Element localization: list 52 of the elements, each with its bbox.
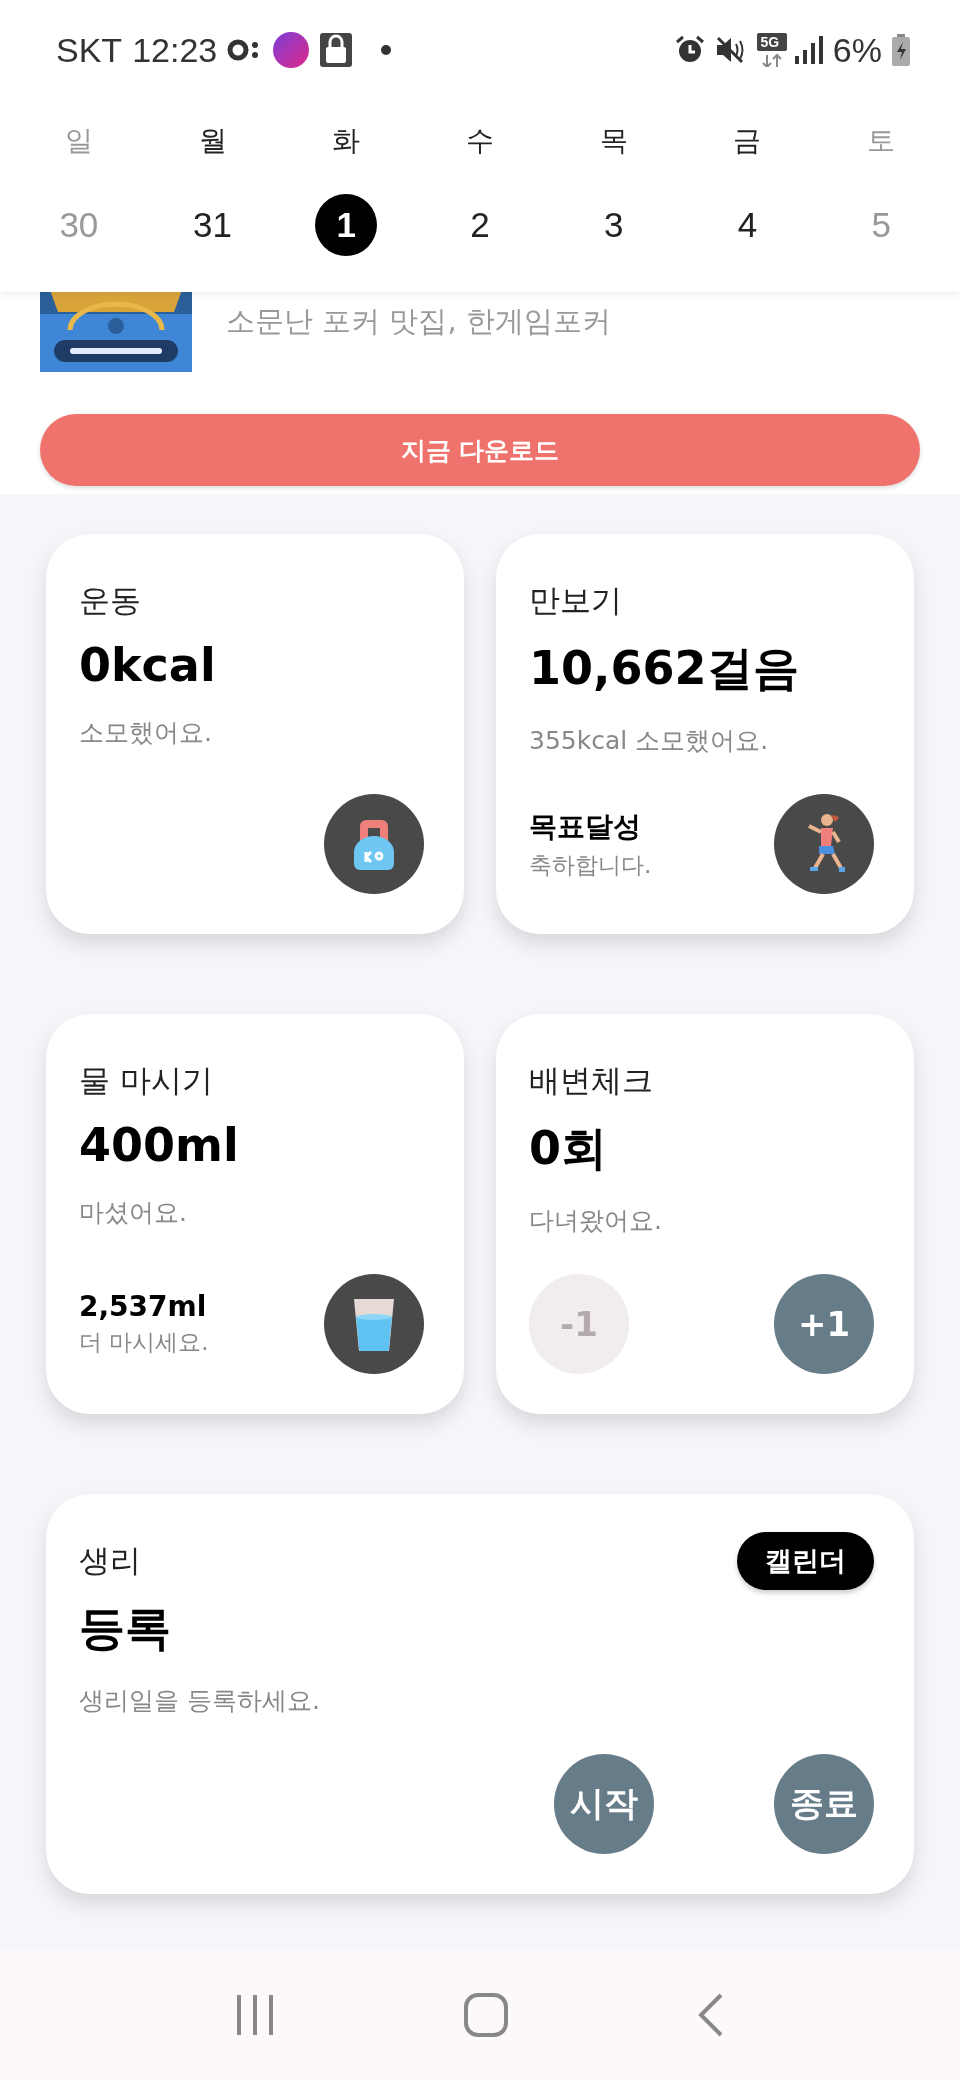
clock-time: 12:23 <box>132 30 218 70</box>
card-note: 355kcal 소모했어요. <box>529 725 769 757</box>
round-button[interactable]: 시작 <box>554 1754 654 1854</box>
date-cell[interactable]: 1 <box>315 194 378 256</box>
card-title: 물 마시기 <box>79 1061 213 1100</box>
date-cell[interactable]: 3 <box>582 194 645 256</box>
weekday-label: 금 <box>732 123 763 159</box>
date-cell[interactable]: 4 <box>716 194 779 256</box>
network-type: 5G <box>759 34 781 50</box>
card-title: 운동 <box>79 581 141 620</box>
card-title: 만보기 <box>529 581 622 620</box>
round-button[interactable]: 종료 <box>774 1754 874 1854</box>
signal-icon <box>794 36 823 64</box>
card-value: 등록 <box>79 1600 171 1657</box>
alarm-icon <box>674 35 705 65</box>
card-note: 생리일을 등록하세요. <box>79 1685 320 1717</box>
date-cell[interactable]: 31 <box>181 194 244 256</box>
recent-apps-icon[interactable] <box>234 1993 275 2037</box>
home-icon[interactable] <box>464 1993 508 2037</box>
network-icon <box>756 33 787 67</box>
goal-value: 2,537ml <box>79 1290 207 1323</box>
goal-note: 축하합니다. <box>529 850 652 880</box>
card-note: 마셨어요. <box>79 1197 187 1229</box>
goal-value: 목표달성 <box>529 808 641 845</box>
lock-icon <box>319 32 354 68</box>
dot-icon <box>381 45 392 55</box>
goal-note: 더 마시세요. <box>79 1328 209 1357</box>
weekday-label: 화 <box>331 123 362 159</box>
download-button[interactable]: 지금 다운로드 <box>40 414 920 486</box>
weekday-label: 일 <box>63 123 94 159</box>
battery-percent: 6% <box>832 30 882 70</box>
card-note: 다녀왔어요. <box>529 1205 662 1237</box>
battery-icon <box>892 34 910 66</box>
weekday-label: 수 <box>465 123 495 159</box>
card-value: 400ml <box>79 1118 239 1172</box>
carrier: SKT <box>56 30 123 70</box>
counter-button[interactable]: +1 <box>774 1274 874 1374</box>
date-cell[interactable]: 30 <box>47 194 110 256</box>
date-cell[interactable]: 5 <box>850 194 913 256</box>
card-note: 소모했어요. <box>79 717 212 749</box>
card-title: 배변체크 <box>529 1061 653 1100</box>
weekday-label: 목 <box>598 123 629 159</box>
date-cell[interactable]: 2 <box>449 194 511 256</box>
card-value: 0회 <box>529 1120 607 1177</box>
app-logo-icon <box>273 32 310 68</box>
card-title: 생리 <box>79 1541 141 1580</box>
ad-text: 소문난 포커 맛집, 한게임포커 <box>226 303 611 340</box>
card-value: 10,662걸음 <box>529 640 799 697</box>
calendar-button[interactable]: 캘린더 <box>737 1532 874 1590</box>
card-value: 0kcal <box>79 638 216 692</box>
weekday-label: 토 <box>866 123 897 159</box>
weekday-label: 월 <box>197 123 228 159</box>
